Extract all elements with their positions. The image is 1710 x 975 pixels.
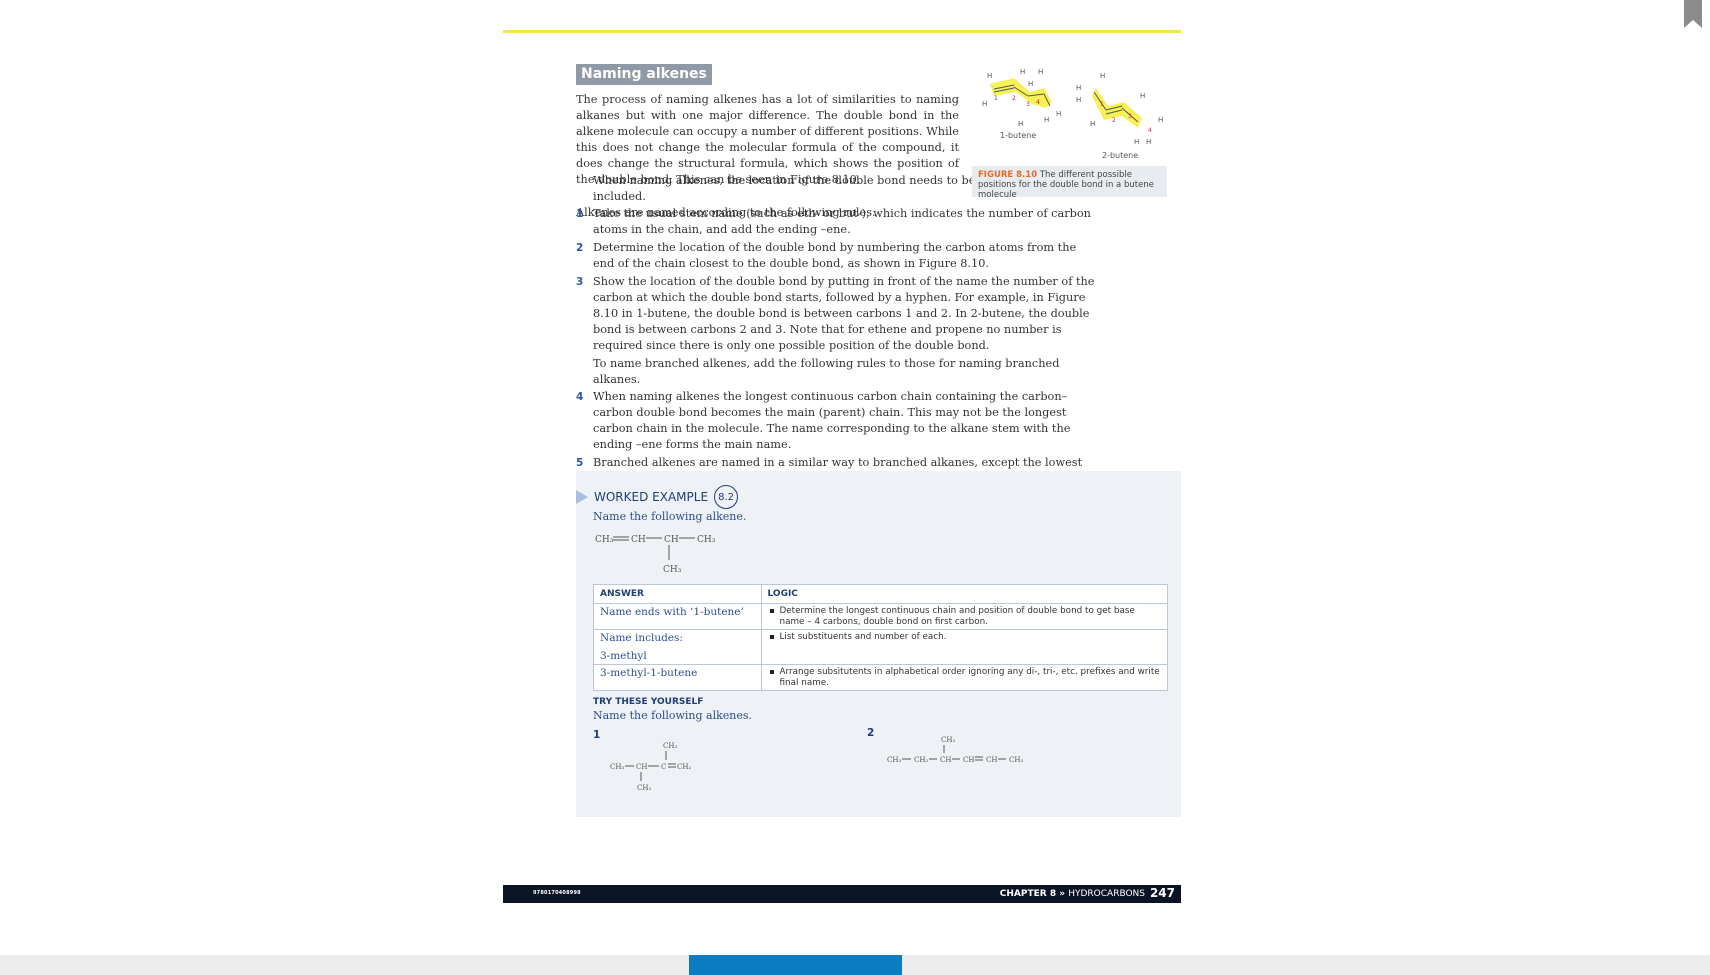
try-these-heading: TRY THESE YOURSELF xyxy=(593,697,704,707)
rules-intro-line1: When naming alkenes, the location of the… xyxy=(593,174,976,203)
svg-text:4: 4 xyxy=(1148,127,1152,134)
svg-text:4: 4 xyxy=(1036,99,1040,106)
svg-text:H: H xyxy=(1140,92,1145,100)
molecule-label-2: 2-butene xyxy=(1102,151,1138,160)
svg-text:2: 2 xyxy=(1112,117,1116,124)
table-row: Name ends with ‘1-butene’ Determine the … xyxy=(593,603,1168,630)
svg-text:CH₃: CH₃ xyxy=(663,742,677,750)
worked-example-question: Name the following alkene. xyxy=(593,510,747,523)
answer-cell: Name ends with ‘1-butene’ xyxy=(593,603,762,630)
figure-label: FIGURE 8.10 xyxy=(978,170,1038,180)
svg-text:H: H xyxy=(1146,138,1151,146)
page-footer: 9780170408998 CHAPTER 8 » HYDROCARBONS 2… xyxy=(503,885,1181,903)
logic-cell: List substituents and number of each. xyxy=(760,629,1168,665)
svg-text:CH₂: CH₂ xyxy=(677,763,691,771)
list-item: 1 Take the usual stem name (such as eth- … xyxy=(576,206,1096,238)
rules-list: 1 Take the usual stem name (such as eth- … xyxy=(576,206,1096,489)
list-item: 4 When naming alkenes the longest continu… xyxy=(576,389,1096,453)
svg-text:CH: CH xyxy=(631,535,646,545)
svg-text:2: 2 xyxy=(1012,95,1016,102)
svg-text:H: H xyxy=(1100,72,1105,80)
svg-text:3: 3 xyxy=(1128,113,1132,120)
rule-number: 5 xyxy=(576,457,584,469)
svg-text:1: 1 xyxy=(1100,101,1104,108)
svg-text:H: H xyxy=(1020,68,1025,76)
svg-text:CH: CH xyxy=(963,756,974,764)
svg-text:CH₃: CH₃ xyxy=(887,756,901,764)
svg-text:CH: CH xyxy=(636,763,647,771)
question-1-formula: CH₃ CH₃ CH C CH₂ CH₃ xyxy=(610,742,691,792)
svg-text:H: H xyxy=(1018,120,1023,128)
top-rule xyxy=(503,30,1181,33)
rule-text: When naming alkenes the longest continuo… xyxy=(593,390,1071,451)
isbn: 9780170408998 xyxy=(533,890,581,896)
svg-text:CH₃: CH₃ xyxy=(663,565,682,575)
svg-text:H: H xyxy=(987,72,992,80)
answer-header: ANSWER xyxy=(593,584,762,604)
rule-text: Show the location of the double bond by … xyxy=(593,275,1095,352)
question-number-1: 1 xyxy=(593,729,601,741)
worked-example-label: WORKED EXAMPLE xyxy=(594,490,709,504)
butene-1-molecule: H H H H H H H H 1 2 3 4 1-butene xyxy=(982,68,1061,140)
svg-text:CH₂: CH₂ xyxy=(914,756,928,764)
svg-text:CH: CH xyxy=(986,756,997,764)
svg-text:H: H xyxy=(1056,110,1061,118)
page-number: 247 xyxy=(1149,886,1175,900)
svg-text:H: H xyxy=(1076,84,1081,92)
svg-text:CH₃: CH₃ xyxy=(610,763,624,771)
svg-text:H: H xyxy=(1158,116,1163,124)
worked-example-number: 8.2 xyxy=(714,485,739,509)
list-item: 3 Show the location of the double bond by… xyxy=(576,274,1096,354)
figure-caption: FIGURE 8.10 The different possible posit… xyxy=(972,166,1167,200)
svg-text:CH₃: CH₃ xyxy=(637,784,651,792)
svg-text:1: 1 xyxy=(994,95,998,102)
svg-text:H: H xyxy=(982,100,987,108)
svg-text:CH₃: CH₃ xyxy=(1009,756,1023,764)
svg-text:3: 3 xyxy=(1026,101,1030,108)
svg-text:H: H xyxy=(1090,120,1095,128)
molecule-label-1: 1-butene xyxy=(1000,131,1036,140)
logic-cell: Arrange subsitutents in alphabetical ord… xyxy=(760,664,1168,691)
svg-text:CH: CH xyxy=(940,756,951,764)
logic-cell: Determine the longest continuous chain a… xyxy=(760,603,1168,630)
svg-text:CH₃: CH₃ xyxy=(941,736,955,744)
chapter-label: CHAPTER 8 » HYDROCARBONS xyxy=(999,889,1145,899)
svg-text:CH₃: CH₃ xyxy=(697,535,716,545)
svg-text:CH₃: CH₃ xyxy=(595,535,614,545)
svg-text:C: C xyxy=(661,763,666,771)
rule-number: 2 xyxy=(576,242,584,254)
rule-text: Determine the location of the double bon… xyxy=(593,241,1077,270)
answer-table: ANSWER LOGIC Name ends with ‘1-butene’ D… xyxy=(593,584,1168,691)
scrollbar-thumb[interactable] xyxy=(689,955,902,975)
svg-text:H: H xyxy=(1044,116,1049,124)
logic-header: LOGIC xyxy=(760,584,1168,604)
butene-2-molecule: H H H H H H H H 1 2 3 4 2-butene xyxy=(1076,72,1163,160)
triangle-icon xyxy=(576,490,588,504)
table-row: 3-methyl-1-butene Arrange subsitutents i… xyxy=(593,664,1168,691)
svg-text:CH: CH xyxy=(664,535,679,545)
section-heading: Naming alkenes xyxy=(576,64,712,85)
svg-text:H: H xyxy=(1076,96,1081,104)
branched-intro: To name branched alkenes, add the follow… xyxy=(593,357,1060,386)
table-row: Name includes: 3-methyl List substituent… xyxy=(593,629,1168,665)
rule-text: Take the usual stem name (such as eth- o… xyxy=(593,207,1091,236)
answer-cell: 3-methyl-1-butene xyxy=(593,664,762,691)
answer-cell: Name includes: 3-methyl xyxy=(593,629,762,665)
worked-example-title: WORKED EXAMPLE 8.2 xyxy=(576,485,739,509)
svg-text:H: H xyxy=(1028,80,1033,88)
svg-text:H: H xyxy=(1134,138,1139,146)
list-item: 2 Determine the location of the double bo… xyxy=(576,240,1096,272)
rule-number: 1 xyxy=(576,208,584,220)
rule-number: 3 xyxy=(576,276,584,288)
question-2-formula: CH₃ CH₃ CH₂ CH CH CH CH₃ xyxy=(887,736,1023,764)
bookmark-icon[interactable] xyxy=(1684,0,1702,28)
example-structural-formula: CH₃ CH CH CH₃ CH₃ xyxy=(595,535,716,575)
svg-text:H: H xyxy=(1038,68,1043,76)
rule-number: 4 xyxy=(576,391,584,403)
question-number-2: 2 xyxy=(867,727,875,739)
try-these-instruction: Name the following alkenes. xyxy=(593,709,753,722)
